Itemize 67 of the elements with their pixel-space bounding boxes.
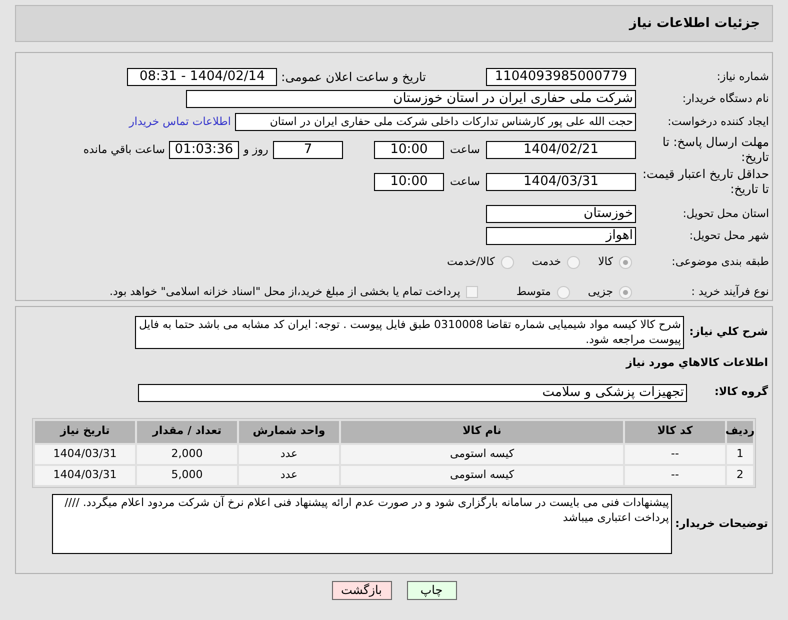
input-field[interactable]: تجهیزات پزشکی و سلامت: [138, 384, 687, 402]
description-box[interactable]: شرح کالا کیسه مواد شیمیایی شماره تقاضا 0310008 طبق فایل پیوست . توجه: ایران کد مشابه می باشد حتما به فایل پیوست مراجعه شود.: [135, 316, 684, 349]
contact-link[interactable]: اطلاعات تماس خریدار: [129, 114, 231, 130]
time-label: ساعت: [449, 142, 481, 158]
table-cell: کیسه استومی: [341, 466, 623, 484]
input-field[interactable]: 10:00: [374, 173, 444, 191]
field-label: حداقل تاریخ اعتبار قیمت: تا تاریخ:: [641, 167, 770, 197]
input-field[interactable]: 1404/02/14 - 08:31: [127, 68, 278, 86]
column-header: تعداد / مقدار: [137, 420, 237, 442]
input-field[interactable]: اهواز: [486, 227, 636, 245]
days-label: روز و: [242, 142, 270, 158]
option-label: جزیی: [588, 284, 613, 300]
field-label: ایجاد کننده درخواست:: [666, 114, 770, 130]
back-button[interactable]: بازگشت: [332, 581, 392, 600]
input-field[interactable]: خوزستان: [486, 205, 636, 223]
field-label: مهلت ارسال پاسخ: تا تاریخ:: [661, 135, 770, 165]
table-cell: 2: [727, 466, 753, 484]
field-label: شرح کلي نياز:: [688, 324, 769, 340]
time-label: ساعت: [449, 174, 481, 190]
table-cell: عدد: [239, 466, 339, 484]
option-label: متوسط: [516, 284, 551, 300]
radio-button[interactable]: [556, 286, 570, 298]
input-field[interactable]: 1404/02/21: [486, 141, 636, 159]
table-cell: 1: [727, 444, 753, 464]
page-title: جزئیات اطلاعات نیاز: [15, 5, 773, 42]
table-cell: 1404/03/31: [35, 444, 135, 464]
field-label: نام دستگاه خریدار:: [681, 90, 770, 107]
column-header: واحد شمارش: [239, 420, 339, 442]
countdown-field[interactable]: 01:03:36: [169, 141, 239, 159]
input-field[interactable]: 1104093985000779: [486, 68, 636, 86]
column-header: کد کالا: [625, 420, 725, 442]
input-field[interactable]: حجت الله علی پور کارشناس تدارکات داخلی شرکت ملی حفاری ایران در استان: [235, 113, 636, 131]
input-field[interactable]: 10:00: [374, 141, 444, 159]
input-field[interactable]: شرکت ملی حفاری ایران در استان خوزستان: [186, 90, 636, 108]
radio-button[interactable]: [500, 256, 514, 268]
field-label: گروه کالا:: [713, 384, 769, 400]
column-header: ردیف: [727, 420, 753, 442]
option-label: کالا/خدمت: [447, 254, 495, 270]
checkbox-label: پرداخت تمام یا بخشی از مبلغ خرید،از محل "اسناد خزانه اسلامی" خواهد بود.: [110, 284, 460, 300]
column-header: نام کالا: [341, 420, 623, 442]
table-cell: 2,000: [137, 444, 237, 464]
radio-button[interactable]: [619, 286, 632, 298]
field-label: تاریخ و ساعت اعلان عمومی:: [281, 69, 426, 86]
print-button[interactable]: چاپ: [406, 581, 456, 600]
radio-button[interactable]: [567, 256, 580, 268]
field-label: توضیحات خریدار:: [674, 516, 769, 532]
table-cell: --: [625, 466, 725, 484]
notes-box[interactable]: پیشنهادات فنی می بایست در سامانه بارگزاری شود و در صورت عدم ارائه پیشنهاد فنی اعلام نرخ آن شرکت مردود اعلام میگردد. //// پرداخت اعتباری میباشد: [52, 494, 672, 554]
table-cell: 5,000: [137, 466, 237, 484]
option-label: خدمت: [532, 254, 562, 270]
field-label: نوع فرآیند خرید :: [690, 284, 770, 300]
column-header: تاریخ نیاز: [35, 420, 135, 442]
table-cell: --: [625, 444, 725, 464]
checkbox[interactable]: [466, 286, 478, 298]
section-heading: اطلاعات کالاهاي مورد نياز: [624, 355, 769, 371]
remaining-label: ساعت باقي مانده: [83, 142, 165, 158]
field-label: استان محل تحویل:: [682, 206, 770, 222]
field-label: شماره نیاز:: [716, 68, 770, 85]
option-label: کالا: [598, 254, 613, 270]
input-field[interactable]: 7: [273, 141, 343, 159]
radio-button[interactable]: [619, 256, 632, 268]
table-cell: 1404/03/31: [35, 466, 135, 484]
field-label: طبقه بندی موضوعی:: [670, 254, 770, 270]
field-label: شهر محل تحویل:: [688, 228, 770, 244]
table-cell: عدد: [239, 444, 339, 464]
table-cell: کیسه استومی: [341, 444, 623, 464]
input-field[interactable]: 1404/03/31: [486, 173, 636, 191]
